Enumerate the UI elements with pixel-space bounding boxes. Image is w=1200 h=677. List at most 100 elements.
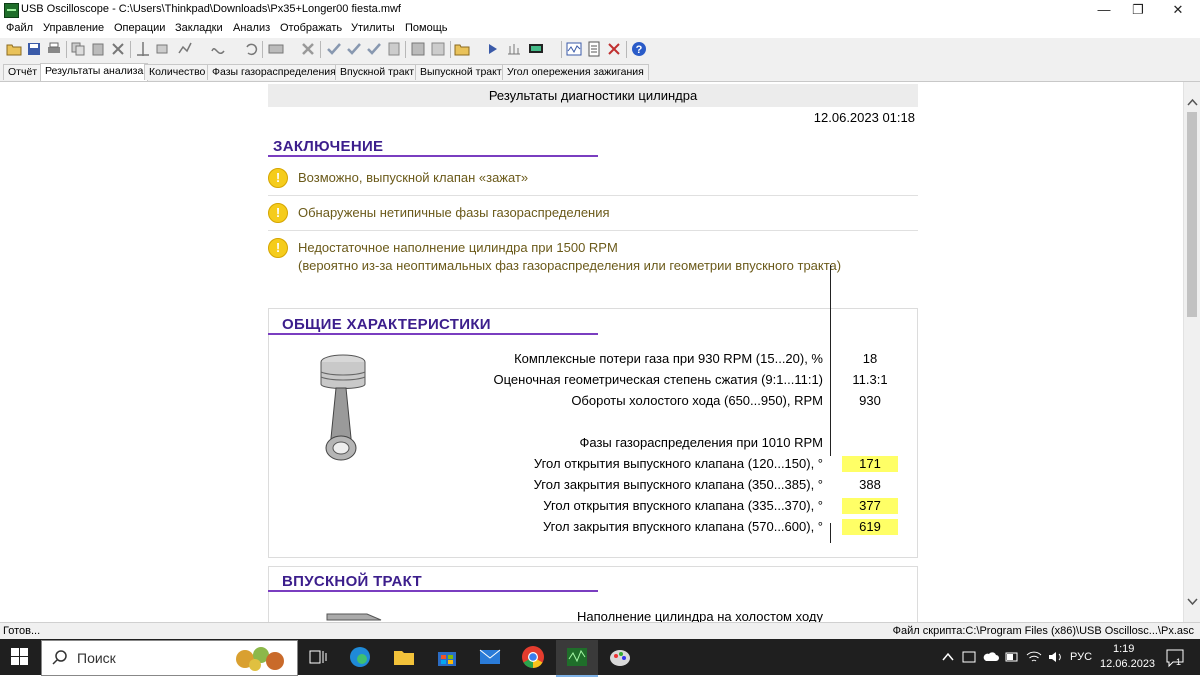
conclusion-underline [268, 155, 598, 157]
display-dropdown-icon[interactable] [528, 41, 544, 57]
toolbar-separator [450, 41, 451, 58]
menu-operations[interactable]: Операции [114, 22, 165, 34]
chevron-up-icon[interactable] [942, 652, 954, 662]
prop-exhaust-close-value: 388 [859, 477, 881, 492]
warning-icon: ! [268, 238, 288, 258]
conclusion-item: ! Недостаточное наполнение цилиндра при … [268, 238, 918, 278]
prop-intake-close-value: 619 [842, 519, 898, 535]
tab-analysis-results[interactable]: Результаты анализа [40, 63, 149, 81]
toolbar-separator [66, 41, 67, 58]
wifi-icon[interactable] [1026, 650, 1042, 664]
menu-analysis[interactable]: Анализ [233, 22, 270, 34]
prop-intake-open-label: Угол открытия впускного клапана (335...3… [543, 498, 823, 513]
clock-time[interactable]: 1:19 [1113, 643, 1134, 655]
check-selected-icon[interactable] [366, 41, 382, 57]
search-icon [52, 650, 67, 665]
windows-start-icon[interactable] [11, 648, 28, 665]
paste-icon[interactable] [90, 41, 106, 57]
prop-intake-open-value: 377 [842, 498, 898, 514]
taskbar-search[interactable]: Поиск [41, 640, 298, 676]
prop-intake-close-label: Угол закрытия впускного клапана (570...6… [542, 519, 823, 534]
tab-valve-timing[interactable]: Фазы газораспределения [207, 64, 341, 80]
help-icon[interactable]: ? [631, 41, 647, 57]
prop-idle-label: Обороты холостого хода (650...950), RPM [571, 393, 823, 408]
battery-icon[interactable] [1005, 650, 1019, 664]
measure-icon[interactable] [506, 41, 522, 57]
menu-bookmarks[interactable]: Закладки [175, 22, 223, 34]
mail-icon[interactable] [478, 645, 502, 669]
tab-quantity[interactable]: Количество [144, 64, 211, 80]
task-view-icon[interactable] [306, 645, 330, 669]
prop-timing-header: Фазы газораспределения при 1010 RPM [579, 435, 824, 450]
language-indicator[interactable]: РУС [1070, 651, 1092, 663]
cut-icon[interactable] [110, 41, 126, 57]
print-icon[interactable] [46, 41, 62, 57]
conclusion-item: ! Обнаружены нетипичные фазы газораспред… [268, 203, 918, 225]
status-left: Готов... [3, 625, 41, 637]
step-forward-icon[interactable] [486, 41, 502, 57]
notification-icon[interactable] [1165, 648, 1185, 668]
grid-icon[interactable] [410, 41, 426, 57]
list-icon[interactable] [386, 41, 402, 57]
open-folder-icon[interactable] [6, 41, 22, 57]
check-all-icon[interactable] [346, 41, 362, 57]
close-button[interactable]: ✕ [1158, 0, 1198, 20]
table-icon[interactable] [430, 41, 446, 57]
save-icon[interactable] [26, 41, 42, 57]
prop-idle-value: 930 [859, 393, 881, 408]
toolbar-separator [561, 41, 562, 58]
search-placeholder: Поиск [77, 650, 116, 666]
menu-control[interactable]: Управление [43, 22, 104, 34]
paint-app-icon[interactable] [608, 645, 632, 669]
undo-icon[interactable] [243, 41, 259, 57]
prop-intake-fill-label: Наполнение цилиндра на холостом ходу [576, 609, 823, 622]
copy-icon[interactable] [70, 41, 86, 57]
clock-date[interactable]: 12.06.2023 [1100, 658, 1155, 670]
cursor-icon[interactable] [135, 41, 151, 57]
search-highlight-image [236, 647, 284, 671]
meet-now-icon[interactable] [962, 650, 976, 664]
prop-compression-label: Оценочная геометрическая степень сжатия … [493, 372, 823, 387]
menu-view[interactable]: Отображать [280, 22, 342, 34]
notification-count: 1 [1176, 657, 1182, 667]
piston-image [320, 354, 366, 461]
oscilloscope-app-icon[interactable] [565, 645, 589, 669]
general-underline [268, 333, 598, 335]
restore-button[interactable]: ❐ [1118, 0, 1158, 20]
tab-intake[interactable]: Впускной тракт [335, 64, 420, 80]
check-icon[interactable] [326, 41, 342, 57]
scroll-down-icon[interactable] [1187, 598, 1198, 606]
menu-help[interactable]: Помощь [405, 22, 448, 34]
value-column-divider [830, 523, 831, 543]
tab-exhaust[interactable]: Выпускной тракт [415, 64, 507, 80]
chrome-icon[interactable] [521, 645, 545, 669]
vertical-scrollbar[interactable] [1183, 82, 1200, 622]
toolbar-separator [130, 41, 131, 58]
zoom-dropdown-icon[interactable] [177, 41, 193, 57]
conclusion-text: Недостаточное наполнение цилиндра при 15… [298, 240, 618, 255]
toolbar-separator [626, 41, 627, 58]
marker-icon[interactable] [155, 41, 171, 57]
warning-icon: ! [268, 168, 288, 188]
delete-icon[interactable] [300, 41, 316, 57]
menu-file[interactable]: Файл [6, 22, 33, 34]
toolbar-separator [262, 41, 263, 58]
onedrive-icon[interactable] [983, 651, 999, 663]
scale-dropdown-icon[interactable] [210, 41, 226, 57]
report-view-icon[interactable] [586, 41, 602, 57]
oscilloscope-view-icon[interactable] [566, 41, 582, 57]
scroll-thumb[interactable] [1187, 112, 1197, 317]
store-icon[interactable] [435, 645, 459, 669]
edge-icon[interactable] [348, 645, 372, 669]
volume-icon[interactable] [1048, 650, 1064, 664]
menu-utilities[interactable]: Утилиты [351, 22, 395, 34]
divider [268, 195, 918, 196]
close-view-icon[interactable] [606, 41, 622, 57]
tab-ignition-timing[interactable]: Угол опережения зажигания [502, 64, 649, 80]
tab-report[interactable]: Отчёт [3, 64, 43, 80]
scroll-up-icon[interactable] [1187, 98, 1198, 106]
folder-dropdown-icon[interactable] [454, 41, 470, 57]
intake-title: ВПУСКНОЙ ТРАКТ [282, 573, 422, 590]
file-explorer-icon[interactable] [392, 645, 416, 669]
channel-dropdown-icon[interactable] [268, 41, 284, 57]
